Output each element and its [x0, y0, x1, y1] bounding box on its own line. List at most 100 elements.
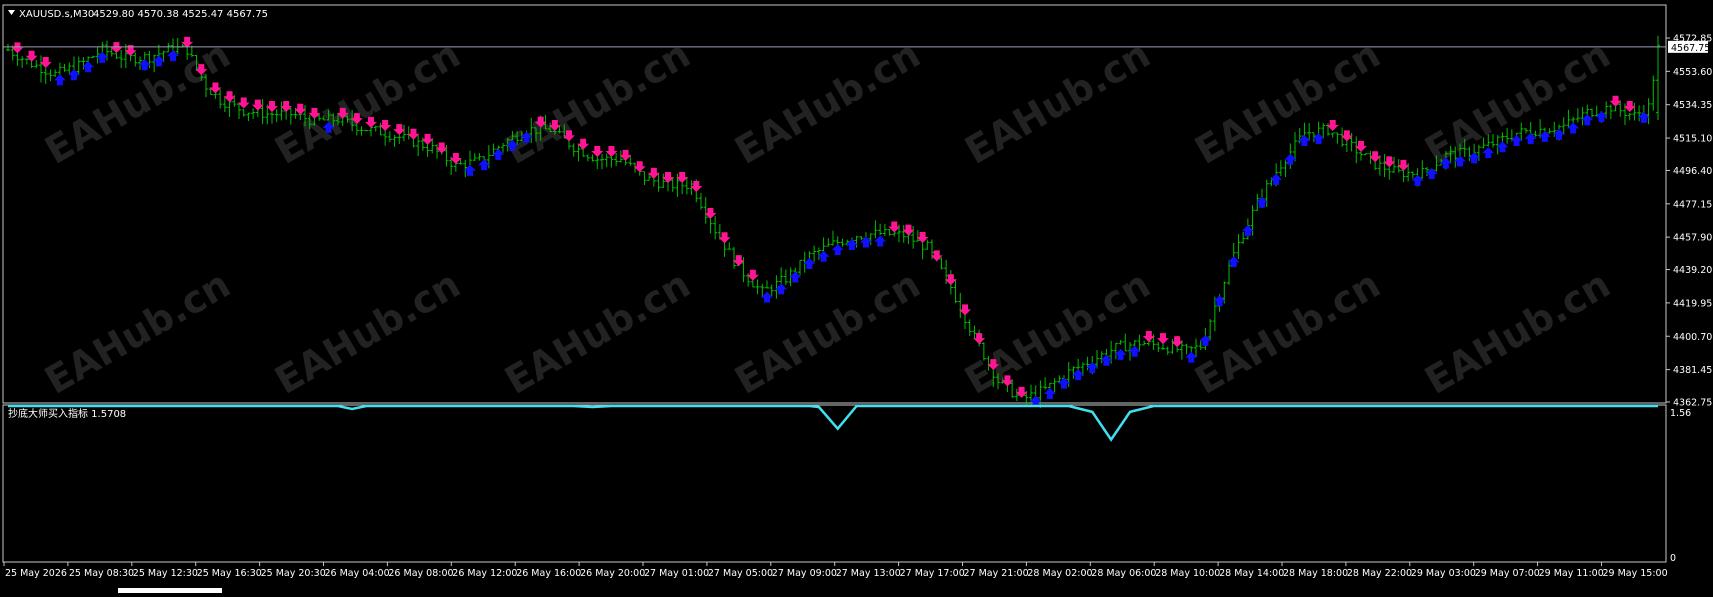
sell-arrow-icon [902, 224, 915, 236]
price-bar [1241, 232, 1246, 245]
price-bar [661, 173, 666, 189]
price-chart[interactable]: EAHub.cn EAHub.cn EAHub.cn EAHub.cn EAHub.cn… [0, 0, 1713, 593]
price-bar [727, 242, 732, 250]
price-bar [76, 56, 81, 75]
sell-arrow-icon [280, 100, 293, 112]
price-bar [90, 55, 95, 59]
time-tick-label: 25 May 2026 [5, 568, 67, 579]
price-bar [1335, 132, 1340, 144]
buy-arrow-icon [831, 244, 844, 256]
price-bar [6, 44, 10, 52]
price-bar [1646, 98, 1651, 125]
price-tick-label: 4457.90 [1673, 233, 1712, 244]
buy-arrow-icon [492, 148, 505, 160]
sell-arrow-icon [421, 133, 434, 145]
buy-arrow-icon [478, 159, 491, 171]
price-bar [699, 192, 703, 210]
sell-arrow-icon [973, 333, 986, 345]
price-bar [397, 134, 402, 144]
price-bar [1321, 122, 1326, 138]
buy-arrow-icon [1411, 174, 1424, 186]
sell-arrow-icon [633, 161, 646, 173]
current-price-label: 4567.75 [1671, 43, 1710, 54]
indicator-label: 抄底大师买入指标 1.5708 [8, 407, 126, 420]
buy-arrow-icon [1128, 345, 1141, 357]
price-bar [1029, 384, 1033, 405]
price-bar [953, 279, 958, 304]
price-bar [882, 224, 887, 237]
sell-arrow-icon [251, 99, 264, 111]
price-bar [1142, 340, 1147, 346]
price-bar [732, 247, 736, 269]
buy-arrow-icon [1072, 369, 1085, 381]
price-bar [1212, 296, 1217, 332]
price-tick-label: 4400.70 [1673, 332, 1712, 343]
buy-arrow-icon [789, 271, 802, 283]
sell-arrow-icon [110, 42, 123, 54]
price-tick-label: 4553.60 [1673, 67, 1712, 78]
time-tick-label: 27 May 17:00 [900, 568, 965, 579]
ohlc-label: 4529.80 4570.38 4525.47 4567.75 [93, 9, 268, 20]
price-bar [1632, 102, 1637, 121]
buy-arrow-icon [1270, 173, 1283, 185]
time-tick-label: 28 May 10:00 [1155, 568, 1220, 579]
price-bar [472, 153, 477, 162]
price-bar [1170, 338, 1175, 354]
price-bar [53, 69, 58, 78]
sell-arrow-icon [237, 97, 250, 109]
buy-arrow-icon [803, 258, 816, 270]
sell-arrow-icon [1157, 333, 1169, 345]
price-axis[interactable]: 4572.854553.604534.354515.104496.404477.… [1666, 34, 1712, 409]
price-bar [713, 216, 718, 240]
price-bar [213, 93, 218, 99]
buy-arrow-icon [1043, 387, 1056, 399]
time-tick-label: 27 May 13:00 [836, 568, 901, 579]
price-bar [967, 319, 972, 336]
price-bar [958, 292, 963, 319]
time-tick-label: 27 May 21:00 [964, 568, 1029, 579]
sell-arrow-icon [1623, 100, 1636, 112]
price-bar [1297, 128, 1302, 144]
price-bar [595, 156, 600, 170]
price-bar [373, 125, 378, 132]
buy-arrow-icon [1298, 135, 1311, 147]
price-bar [1227, 260, 1231, 285]
price-bar [218, 89, 223, 109]
time-axis[interactable]: 25 May 2026 25 May 08:3025 May 12:3025 Ma… [3, 562, 1668, 579]
price-bar [402, 124, 406, 142]
price-bar [147, 50, 152, 69]
price-bar [911, 225, 916, 249]
price-bar [378, 122, 383, 136]
buy-arrow-icon [874, 235, 887, 247]
sell-arrow-icon [591, 146, 604, 158]
watermark-text: EAHub.cn [1418, 32, 1618, 173]
price-tick-label: 4362.75 [1673, 398, 1712, 409]
price-bar [123, 44, 128, 69]
price-bar [779, 267, 784, 284]
price-bar [175, 38, 180, 55]
price-bar [765, 280, 769, 289]
price-bar [831, 230, 835, 246]
sell-arrow-icon [1383, 156, 1396, 168]
buy-arrow-icon [817, 250, 830, 262]
price-bar [1099, 351, 1104, 364]
price-bar [1194, 338, 1198, 358]
indicator-line [8, 404, 1658, 442]
watermark-text: EAHub.cn [38, 262, 238, 403]
price-bar [1330, 132, 1335, 138]
indicator-scale-top: 1.56 [1670, 408, 1691, 419]
buy-arrow-icon [1496, 141, 1509, 153]
sell-arrow-icon [1355, 140, 1367, 152]
price-bar [798, 259, 802, 276]
scrollbar-thumb[interactable] [118, 588, 222, 593]
buy-arrow-icon [1510, 135, 1523, 147]
price-bar [642, 171, 647, 186]
price-bar [62, 63, 67, 72]
collapse-icon[interactable] [8, 10, 15, 15]
price-tick-label: 4496.40 [1673, 166, 1712, 177]
price-bar [67, 62, 72, 74]
time-tick-label: 28 May 02:00 [1027, 568, 1092, 579]
price-bar [854, 235, 859, 248]
price-bar [887, 228, 892, 236]
price-bar [783, 269, 788, 286]
